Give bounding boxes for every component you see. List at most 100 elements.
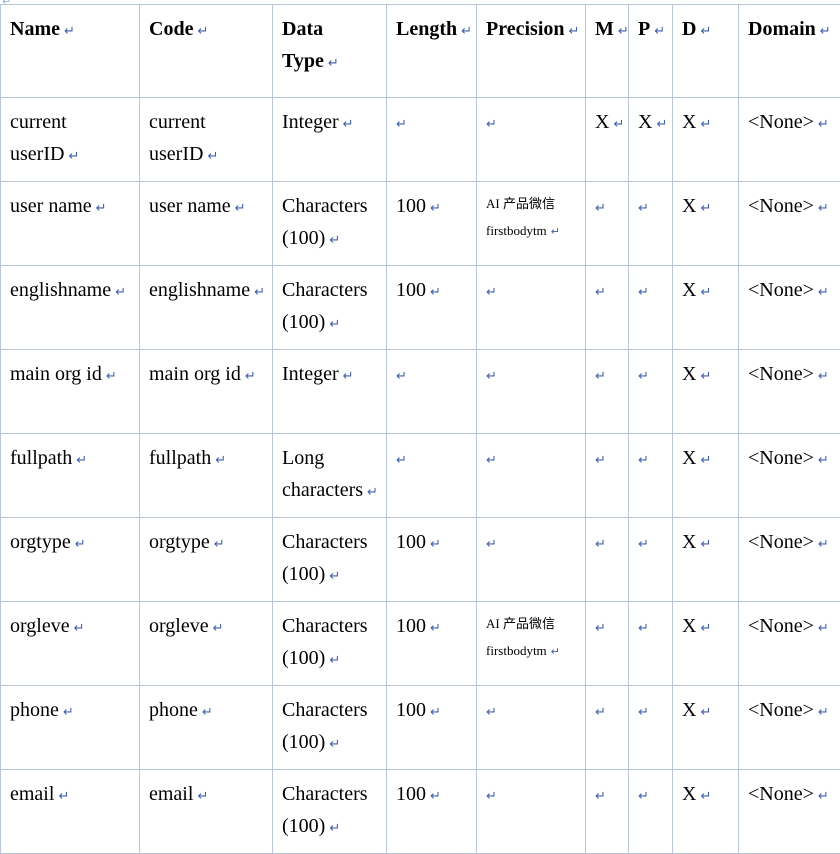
cell-domain: <None>↵	[739, 434, 840, 518]
paragraph-mark-icon: ↵	[64, 149, 79, 164]
paragraph-mark-icon: ↵	[70, 621, 85, 636]
paragraph-mark-icon: ↵	[696, 117, 711, 132]
header-label: Code	[149, 18, 193, 40]
paragraph-mark-icon: ↵	[814, 369, 829, 384]
cell-p: ↵	[629, 602, 673, 686]
cell-domain: <None>↵	[739, 518, 840, 602]
paragraph-mark-icon: ↵	[363, 485, 378, 500]
paragraph-mark-icon: ↵	[816, 24, 831, 39]
table-row: email↵email↵Characters (100)↵100↵↵↵↵X↵<N…	[1, 770, 840, 854]
cell-precision: ↵	[477, 518, 586, 602]
table-body: current userID↵current userID↵Integer↵↵↵…	[1, 98, 840, 854]
cell-value: 100	[396, 195, 426, 217]
cell-value: user name	[149, 195, 231, 217]
cell-value: main org id	[149, 363, 241, 385]
paragraph-mark-icon: ↵	[595, 453, 606, 468]
cell-value: main org id	[10, 363, 102, 385]
cell-m: ↵	[586, 434, 629, 518]
cell-value: X	[682, 699, 696, 721]
header-label: M	[595, 18, 614, 40]
paragraph-mark-icon: ↵	[241, 369, 256, 384]
paragraph-mark-icon: ↵	[426, 201, 441, 216]
paragraph-mark-icon: ↵	[638, 537, 649, 552]
cell-p: ↵	[629, 686, 673, 770]
column-header-d: D↵	[673, 5, 739, 98]
cell-p: ↵	[629, 434, 673, 518]
cell-data_type: Characters (100)↵	[273, 602, 387, 686]
cell-domain: <None>↵	[739, 602, 840, 686]
paragraph-mark-icon: ↵	[696, 789, 711, 804]
paragraph-mark-icon: ↵	[814, 789, 829, 804]
paragraph-mark-icon: ↵	[614, 24, 629, 39]
cell-value: current userID	[10, 111, 67, 165]
paragraph-mark-icon: ↵	[198, 705, 213, 720]
cell-value: englishname	[10, 279, 111, 301]
header-label: P	[638, 18, 650, 40]
cell-name: englishname↵	[1, 266, 140, 350]
paragraph-mark-icon: ↵	[325, 821, 340, 836]
cell-value: email	[10, 783, 54, 805]
paragraph-mark-icon: ↵	[595, 285, 606, 300]
paragraph-mark-icon: ↵	[486, 117, 497, 132]
cell-value: X	[682, 279, 696, 301]
paragraph-mark-icon: ↵	[696, 537, 711, 552]
paragraph-mark-icon: ↵	[486, 537, 497, 552]
column-header-data-type: Data Type↵	[273, 5, 387, 98]
paragraph-mark-icon: ↵	[547, 225, 560, 238]
cell-value: current userID	[149, 111, 206, 165]
paragraph-mark-icon: ↵	[814, 621, 829, 636]
paragraph-mark-icon: ↵	[426, 285, 441, 300]
paragraph-mark-icon: ↵	[54, 789, 69, 804]
cell-m: ↵	[586, 266, 629, 350]
paragraph-mark-icon: ↵	[638, 369, 649, 384]
cell-value: <None>	[748, 279, 814, 301]
cell-value: <None>	[748, 615, 814, 637]
cell-length: 100↵	[387, 602, 477, 686]
paragraph-mark-icon: ↵	[547, 645, 560, 658]
cell-length: ↵	[387, 434, 477, 518]
paragraph-mark-icon: ↵	[325, 737, 340, 752]
cell-d: X↵	[673, 518, 739, 602]
paragraph-mark-icon: ↵	[396, 117, 407, 132]
cell-value: phone	[149, 699, 198, 721]
cell-domain: <None>↵	[739, 350, 840, 434]
paragraph-mark-icon: ↵	[339, 369, 354, 384]
cell-m: ↵	[586, 350, 629, 434]
cell-value: orgtype	[149, 531, 210, 553]
cell-precision: ↵	[477, 98, 586, 182]
cell-domain: <None>↵	[739, 266, 840, 350]
cell-value: user name	[10, 195, 92, 217]
paragraph-mark-icon: ↵	[250, 285, 265, 300]
cell-code: englishname↵	[140, 266, 273, 350]
paragraph-mark-icon: ↵	[486, 705, 497, 720]
table-row: phone↵phone↵Characters (100)↵100↵↵↵↵X↵<N…	[1, 686, 840, 770]
paragraph-mark-icon: ↵	[814, 453, 829, 468]
paragraph-mark-icon: ↵	[396, 369, 407, 384]
paragraph-mark-icon: ↵	[426, 621, 441, 636]
cell-data_type: Integer↵	[273, 350, 387, 434]
cell-precision: ↵	[477, 266, 586, 350]
cell-value: 100	[396, 531, 426, 553]
paragraph-mark-icon: ↵	[814, 201, 829, 216]
paragraph-mark-icon: ↵	[652, 117, 667, 132]
cell-value: Integer	[282, 111, 339, 133]
cell-name: orgleve↵	[1, 602, 140, 686]
precision-line-2-text: firstbodytm	[486, 223, 547, 238]
cell-m: X↵	[586, 98, 629, 182]
table-row: orgtype↵orgtype↵Characters (100)↵100↵↵↵↵…	[1, 518, 840, 602]
cell-p: ↵	[629, 518, 673, 602]
paragraph-mark-icon: ↵	[111, 285, 126, 300]
cell-data_type: Integer↵	[273, 98, 387, 182]
cell-value: Long characters	[282, 447, 363, 501]
cell-precision: ↵	[477, 770, 586, 854]
data-dictionary-table: Name↵ Code↵ Data Type↵ Length↵ Precision…	[0, 4, 840, 854]
paragraph-mark-icon: ↵	[325, 569, 340, 584]
column-header-m: M↵	[586, 5, 629, 98]
cell-m: ↵	[586, 518, 629, 602]
paragraph-mark-icon: ↵	[609, 117, 624, 132]
paragraph-mark-icon: ↵	[457, 24, 472, 39]
paragraph-mark-icon: ↵	[638, 621, 649, 636]
paragraph-mark-icon: ↵	[638, 201, 649, 216]
table-header-row: Name↵ Code↵ Data Type↵ Length↵ Precision…	[1, 5, 840, 98]
cell-d: X↵	[673, 434, 739, 518]
